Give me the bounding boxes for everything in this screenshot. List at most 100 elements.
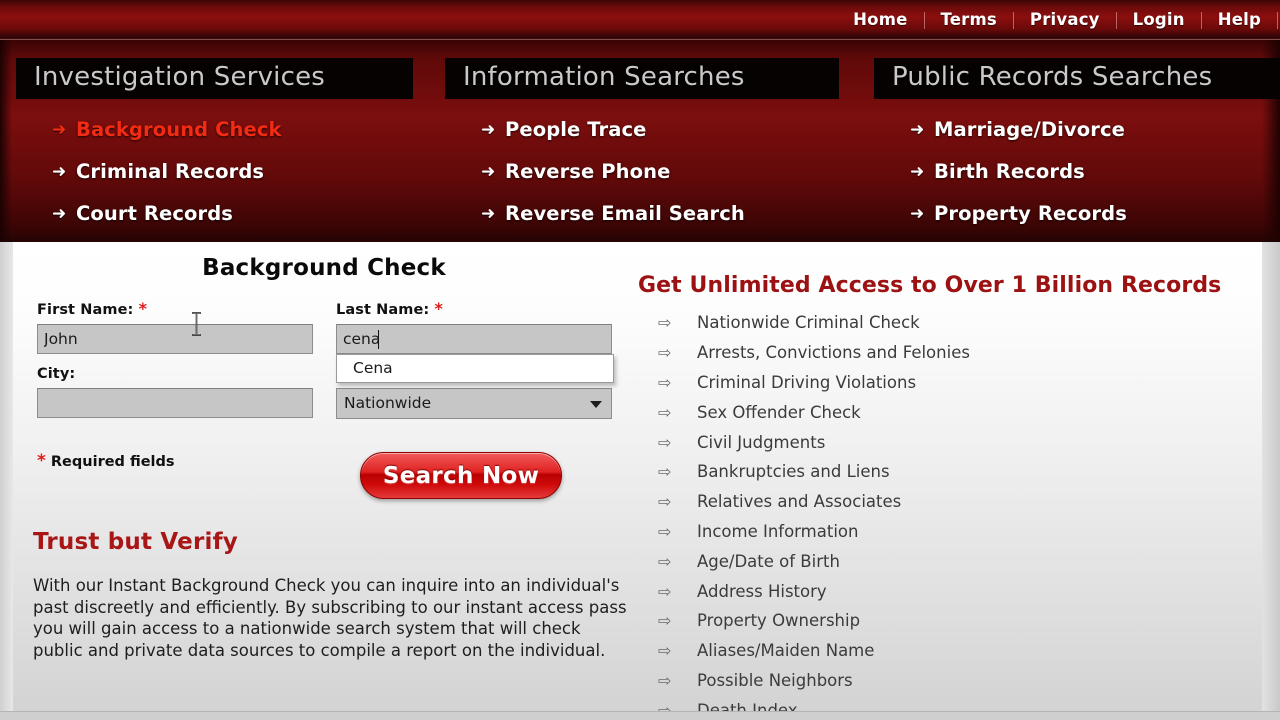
benefits-list: ⇨ Nationwide Criminal Check ⇨ Arrests, C… <box>638 308 1262 720</box>
benefit-label: Aliases/Maiden Name <box>697 641 875 661</box>
menu-heading-public-records-searches: Public Records Searches <box>874 58 1280 99</box>
right-arrow-outline-icon: ⇨ <box>658 611 672 631</box>
right-arrow-icon: ➜ <box>910 203 925 224</box>
content-area: Background Check First Name: * Last Name… <box>0 242 1280 720</box>
benefit-label: Sex Offender Check <box>697 402 861 422</box>
benefits-panel: Get Unlimited Access to Over 1 Billion R… <box>638 242 1262 720</box>
first-name-label-text: First Name: <box>37 302 134 318</box>
nav-link-home[interactable]: Home <box>837 0 923 40</box>
menu-item-marriage-divorce[interactable]: ➜ Marriage/Divorce <box>874 118 1280 141</box>
benefit-label: Age/Date of Birth <box>697 551 840 571</box>
horizontal-scrollbar[interactable] <box>0 711 1280 720</box>
menu-item-label: Background Check <box>76 118 282 141</box>
menu-item-reverse-phone[interactable]: ➜ Reverse Phone <box>445 160 851 183</box>
form-title: Background Check <box>202 255 446 281</box>
list-item: ⇨ Arrests, Convictions and Felonies <box>638 338 1262 368</box>
right-arrow-outline-icon: ⇨ <box>658 551 672 571</box>
right-arrow-icon: ➜ <box>481 161 496 182</box>
nav-separator <box>1277 11 1278 29</box>
menu-item-label: Criminal Records <box>76 160 265 183</box>
nav-link-terms[interactable]: Terms <box>925 0 1013 40</box>
form-fields: First Name: * Last Name: * <box>13 299 635 419</box>
nav-link-help[interactable]: Help <box>1202 0 1277 40</box>
menu-item-label: Reverse Phone <box>505 160 671 183</box>
benefit-label: Bankruptcies and Liens <box>697 462 890 482</box>
menu-item-label: Birth Records <box>934 160 1085 183</box>
menu-item-property-records[interactable]: ➜ Property Records <box>874 202 1280 225</box>
required-asterisk: * <box>434 299 443 318</box>
required-asterisk: * <box>37 451 46 471</box>
right-arrow-outline-icon: ⇨ <box>658 343 672 363</box>
field-first-name: First Name: * <box>37 299 336 354</box>
first-name-input[interactable] <box>37 324 313 354</box>
trust-section-title: Trust but Verify <box>33 529 238 555</box>
nav-link-login[interactable]: Login <box>1117 0 1201 40</box>
list-item: ⇨ Relatives and Associates <box>638 487 1262 517</box>
right-arrow-outline-icon: ⇨ <box>658 402 672 422</box>
menu-item-criminal-records[interactable]: ➜ Criminal Records <box>16 160 422 183</box>
menu-column-information-searches: Information Searches ➜ People Trace ➜ Re… <box>445 58 851 225</box>
city-label: City: <box>37 366 76 382</box>
menu-item-people-trace[interactable]: ➜ People Trace <box>445 118 851 141</box>
trust-section-body: With our Instant Background Check you ca… <box>33 576 627 660</box>
list-item: ⇨ Property Ownership <box>638 606 1262 636</box>
menu-item-birth-records[interactable]: ➜ Birth Records <box>874 160 1280 183</box>
benefit-label: Arrests, Convictions and Felonies <box>697 343 970 363</box>
list-item: ⇨ Criminal Driving Violations <box>638 368 1262 398</box>
field-city: City: <box>37 366 336 419</box>
right-arrow-outline-icon: ⇨ <box>658 641 672 661</box>
right-arrow-outline-icon: ⇨ <box>658 581 672 601</box>
right-arrow-outline-icon: ⇨ <box>658 521 672 541</box>
right-arrow-icon: ➜ <box>52 161 67 182</box>
right-arrow-icon: ➜ <box>910 119 925 140</box>
form-row-names: First Name: * Last Name: * <box>37 299 635 383</box>
menu-item-background-check[interactable]: ➜ Background Check <box>16 118 422 141</box>
benefits-title: Get Unlimited Access to Over 1 Billion R… <box>638 273 1222 298</box>
last-name-label-text: Last Name: <box>336 302 430 318</box>
first-name-label: First Name: * <box>37 299 336 318</box>
background-check-form: Background Check First Name: * Last Name… <box>13 242 635 720</box>
menu-item-label: People Trace <box>505 118 647 141</box>
benefit-label: Criminal Driving Violations <box>697 372 917 392</box>
main-menu-panel: Investigation Services ➜ Background Chec… <box>0 40 1280 242</box>
menu-item-court-records[interactable]: ➜ Court Records <box>16 202 422 225</box>
state-select[interactable]: Nationwide <box>336 388 612 419</box>
right-arrow-outline-icon: ⇨ <box>658 492 672 512</box>
list-item: ⇨ Age/Date of Birth <box>638 546 1262 576</box>
list-item: ⇨ Aliases/Maiden Name <box>638 636 1262 666</box>
page-root: Home Terms Privacy Login Help Investigat… <box>0 0 1280 720</box>
right-arrow-icon: ➜ <box>481 203 496 224</box>
menu-item-label: Reverse Email Search <box>505 202 745 225</box>
menu-item-label: Court Records <box>76 202 233 225</box>
nav-link-privacy[interactable]: Privacy <box>1014 0 1116 40</box>
right-arrow-outline-icon: ⇨ <box>658 462 672 482</box>
text-caret <box>378 330 379 349</box>
right-arrow-outline-icon: ⇨ <box>658 670 672 690</box>
right-arrow-icon: ➜ <box>52 203 67 224</box>
content-left-edge <box>0 242 13 720</box>
menu-column-investigation-services: Investigation Services ➜ Background Chec… <box>16 58 422 225</box>
list-item: ⇨ Civil Judgments <box>638 427 1262 457</box>
search-now-button[interactable]: Search Now <box>360 452 562 499</box>
list-item: ⇨ Nationwide Criminal Check <box>638 308 1262 338</box>
menu-column-public-records-searches: Public Records Searches ➜ Marriage/Divor… <box>874 58 1280 225</box>
benefit-label: Nationwide Criminal Check <box>697 313 920 333</box>
chevron-down-icon <box>590 401 602 408</box>
benefit-label: Relatives and Associates <box>697 492 902 512</box>
menu-heading-information-searches: Information Searches <box>445 58 839 99</box>
benefit-label: Civil Judgments <box>697 432 826 452</box>
right-arrow-icon: ➜ <box>52 119 67 140</box>
state-select-value: Nationwide <box>344 394 432 412</box>
list-item: ⇨ Sex Offender Check <box>638 397 1262 427</box>
list-item: ⇨ Bankruptcies and Liens <box>638 457 1262 487</box>
top-navigation: Home Terms Privacy Login Help <box>837 0 1280 40</box>
benefit-label: Possible Neighbors <box>697 670 853 690</box>
autocomplete-option[interactable]: Cena <box>337 355 613 382</box>
required-asterisk: * <box>138 299 148 318</box>
last-name-label: Last Name: * <box>336 299 635 318</box>
right-arrow-icon: ➜ <box>910 161 925 182</box>
right-arrow-icon: ➜ <box>481 119 496 140</box>
city-input[interactable] <box>37 388 313 418</box>
menu-item-reverse-email-search[interactable]: ➜ Reverse Email Search <box>445 202 851 225</box>
required-fields-text: Required fields <box>50 454 175 470</box>
